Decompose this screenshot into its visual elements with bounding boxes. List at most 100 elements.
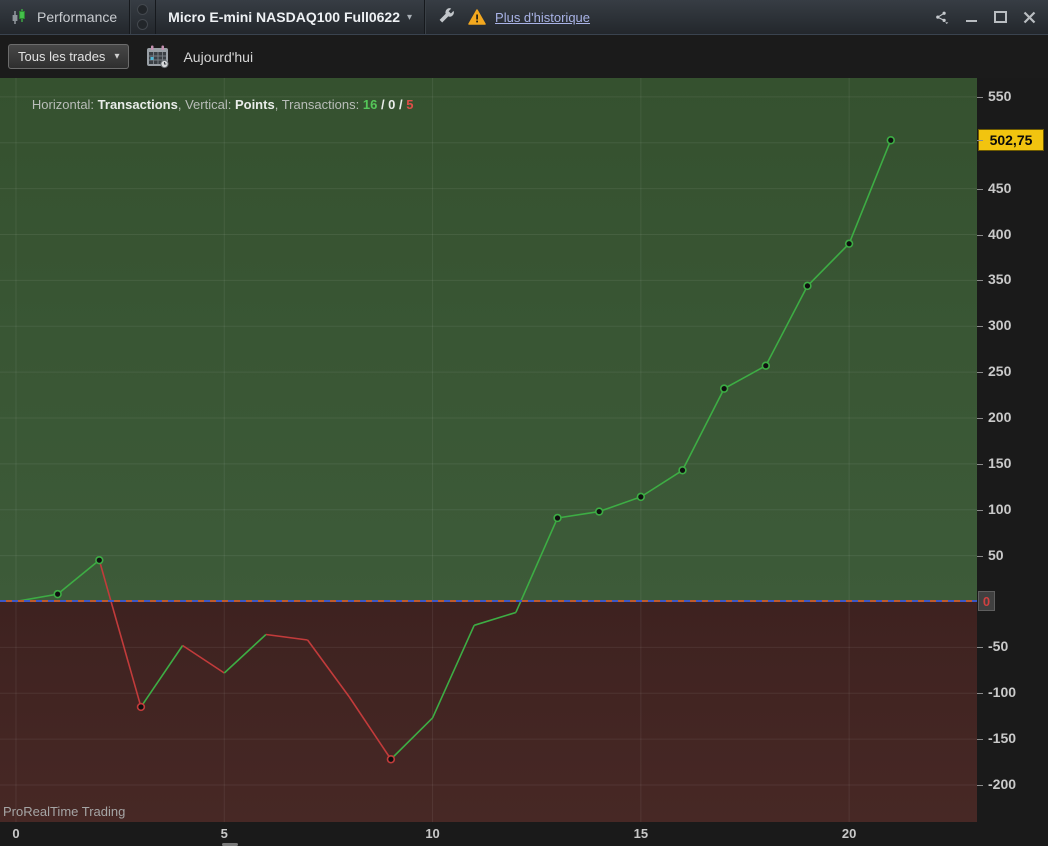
more-history-link[interactable]: Plus d'historique — [495, 10, 590, 25]
equity-segment — [98, 559, 142, 708]
platform-watermark: ProRealTime Trading — [3, 804, 126, 819]
y-axis-tick — [977, 96, 983, 98]
legend-vertical-label: Vertical: — [185, 97, 235, 112]
y-axis-label: 450 — [988, 179, 1012, 196]
trade-marker — [844, 239, 854, 248]
close-button[interactable] — [1022, 9, 1036, 25]
equity-segment — [140, 645, 184, 708]
tab-performance[interactable]: Performance — [37, 9, 117, 25]
y-axis-tick — [977, 280, 983, 282]
legend-separator: / — [395, 97, 407, 112]
equity-segment — [348, 696, 392, 760]
y-axis-label: -150 — [988, 730, 1017, 747]
title-bar-left: Performance Micro E-mini NASDAQ100 Full0… — [0, 0, 590, 34]
y-axis-label: 400 — [988, 225, 1012, 242]
equity-curve — [0, 78, 977, 822]
y-axis-label: 50 — [988, 546, 1004, 563]
maximize-button[interactable] — [993, 9, 1007, 25]
y-axis-tick — [977, 326, 983, 328]
y-axis-tick — [977, 693, 983, 695]
y-axis[interactable]: 502,75 0 550 450 400 350 300 250 200 150 100 50 -5… — [977, 78, 1048, 846]
window-controls — [935, 9, 1048, 25]
candlestick-chart-icon — [10, 8, 28, 26]
calendar-icon — [147, 45, 170, 69]
equity-segment — [515, 517, 559, 613]
y-axis-tick — [977, 555, 983, 557]
instrument-name: Micro E-mini NASDAQ100 Full0622 — [168, 9, 400, 25]
legend-separator: , — [274, 97, 282, 112]
settings-button[interactable] — [437, 7, 454, 27]
equity-segment — [265, 633, 308, 641]
equity-segment — [182, 644, 225, 674]
chart-legend: Horizontal: Transactions, Vertical: Poin… — [3, 82, 414, 127]
trade-marker — [803, 281, 812, 291]
trade-marker — [636, 492, 646, 502]
y-axis-tick — [977, 509, 983, 511]
x-axis-label: 0 — [12, 826, 20, 841]
y-axis-tick — [977, 417, 983, 419]
share-button[interactable] — [935, 9, 949, 25]
trades-filter-dropdown[interactable]: Tous les trades ▾ — [8, 44, 130, 69]
equity-segment — [431, 624, 475, 719]
legend-horizontal-label: Horizontal: — [31, 97, 98, 112]
y-axis-tick — [977, 739, 983, 741]
equity-segment — [806, 243, 850, 287]
trade-marker — [53, 589, 62, 599]
minimize-button[interactable] — [964, 9, 978, 25]
warning-icon[interactable] — [468, 9, 486, 25]
y-axis-label: 250 — [988, 363, 1012, 380]
filter-toolbar: Tous les trades ▾ Aujourd'hui — [0, 35, 1048, 78]
zero-value-badge: 0 — [978, 591, 995, 612]
minimize-icon — [965, 19, 977, 22]
chevron-down-icon: ▾ — [407, 11, 413, 23]
trade-marker — [386, 755, 396, 764]
chart-plot[interactable]: Horizontal: Transactions, Vertical: Poin… — [0, 78, 977, 822]
y-axis-tick — [977, 784, 983, 786]
y-axis-tick — [977, 140, 983, 142]
y-axis-label: -200 — [988, 775, 1017, 792]
equity-segment — [306, 639, 350, 698]
equity-segment — [640, 469, 683, 498]
equity-segment — [848, 139, 892, 244]
x-axis-label: 10 — [425, 826, 440, 841]
legend-separator: / — [377, 97, 389, 112]
y-axis-tick — [977, 188, 983, 190]
y-axis-label: 150 — [988, 454, 1012, 471]
trade-marker — [719, 384, 729, 393]
trade-marker — [886, 136, 895, 145]
x-axis-label: 15 — [633, 826, 649, 841]
y-axis-label: -50 — [988, 638, 1009, 655]
legend-separator: , — [177, 97, 186, 112]
trade-marker — [553, 513, 562, 523]
zero-reference-line — [0, 600, 977, 603]
trade-marker — [761, 361, 771, 370]
equity-segment — [223, 633, 267, 674]
share-icon — [936, 11, 949, 24]
x-axis-label: 20 — [841, 826, 857, 841]
separator — [424, 0, 426, 34]
trade-marker — [678, 466, 687, 475]
y-axis-tick — [977, 647, 983, 649]
legend-horizontal-value: Transactions — [97, 97, 178, 112]
y-axis-tick — [977, 372, 983, 374]
maximize-icon — [993, 11, 1007, 23]
trade-marker — [594, 507, 604, 516]
chevron-down-icon: ▾ — [114, 51, 120, 62]
y-axis-label: 100 — [988, 500, 1012, 517]
performance-window: Performance Micro E-mini NASDAQ100 Full0… — [0, 0, 1048, 846]
y-axis-label: 350 — [988, 271, 1012, 288]
legend-wins-count: 16 — [362, 97, 378, 112]
equity-segment — [57, 559, 100, 595]
panel-drag-handle[interactable] — [129, 0, 157, 34]
chart-area: Horizontal: Transactions, Vertical: Poin… — [0, 78, 1048, 846]
instrument-dropdown[interactable]: Micro E-mini NASDAQ100 Full0622 ▾ — [156, 9, 424, 25]
x-axis-label: 5 — [220, 826, 228, 841]
y-axis-label: -100 — [988, 684, 1017, 701]
trades-filter-label: Tous les trades — [18, 49, 106, 64]
close-icon — [1023, 11, 1035, 23]
legend-transactions-label: Transactions: — [281, 97, 363, 112]
wrench-icon — [437, 7, 454, 27]
calendar-button[interactable] — [145, 44, 171, 69]
y-axis-tick — [977, 463, 983, 465]
x-axis[interactable]: 0 5 10 15 20 — [0, 822, 977, 846]
